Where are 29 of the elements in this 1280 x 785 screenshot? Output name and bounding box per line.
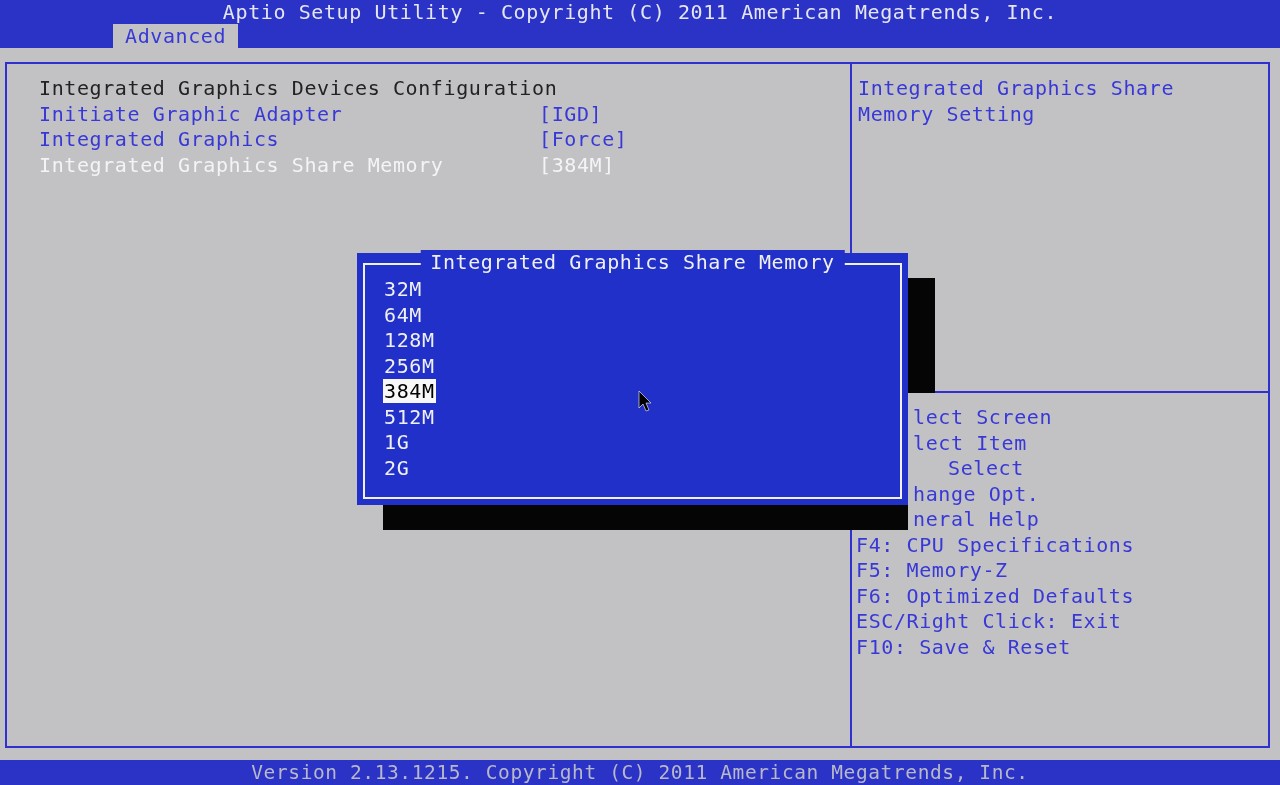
option-item[interactable]: 64M	[383, 302, 423, 327]
setting-value[interactable]: [Force]	[539, 127, 628, 153]
key-hint: F4: CPU Specifications	[856, 532, 1136, 558]
option-item[interactable]: 128M	[383, 328, 436, 352]
key-hint: lect Screen	[913, 405, 1054, 431]
option-item[interactable]: 256M	[383, 353, 436, 378]
option-item[interactable]: 2G	[383, 455, 411, 480]
key-hint: F6: Optimized Defaults	[856, 583, 1136, 609]
option-item[interactable]: 32M	[383, 277, 423, 301]
key-hint: ESC/Right Click: Exit	[856, 609, 1123, 635]
tab[interactable]: Advanced	[113, 24, 239, 48]
section-heading: Integrated Graphics Devices Configuration	[39, 76, 559, 102]
key-hint: lect Item	[913, 430, 1028, 456]
key-hint: Select	[948, 456, 1025, 482]
option-item[interactable]: 1G	[383, 430, 411, 454]
key-hint: neral Help	[913, 507, 1041, 533]
key-hint: F5: Memory-Z	[856, 558, 1009, 584]
setting-label[interactable]: Initiate Graphic Adapter	[39, 101, 539, 127]
key-hint: hange Opt.	[913, 481, 1041, 507]
setting-label[interactable]: Integrated Graphics	[39, 127, 539, 153]
help-description: Integrated Graphics Share Memory Setting	[858, 76, 1176, 127]
key-hint: F10: Save & Reset	[856, 634, 1072, 660]
popup-title: Integrated Graphics Share Memory	[420, 250, 845, 276]
option-item[interactable]: 512M	[383, 404, 436, 429]
version-text: Version 2.13.1215. Copyright (C) 2011 American Megatrends, Inc.	[251, 759, 1029, 785]
window-title: Aptio Setup Utility - Copyright (C) 2011 American Megatrends, Inc.	[221, 0, 1059, 24]
option-item[interactable]: 384M	[383, 379, 436, 403]
mouse-pointer-icon	[638, 390, 652, 412]
setting-value[interactable]: [IGD]	[539, 101, 603, 127]
